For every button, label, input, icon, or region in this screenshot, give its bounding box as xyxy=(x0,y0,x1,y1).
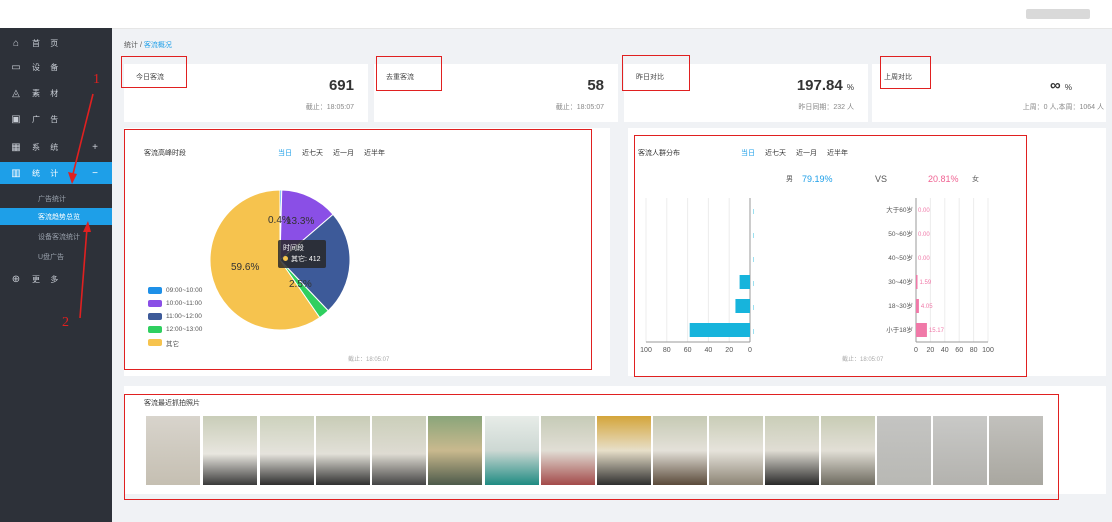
annotation-arrow xyxy=(79,227,88,319)
annotation-arrow xyxy=(71,93,94,179)
annotation-arrows xyxy=(68,93,94,319)
annotation-arrowhead xyxy=(68,172,77,184)
annotation-arrowhead xyxy=(83,221,91,232)
